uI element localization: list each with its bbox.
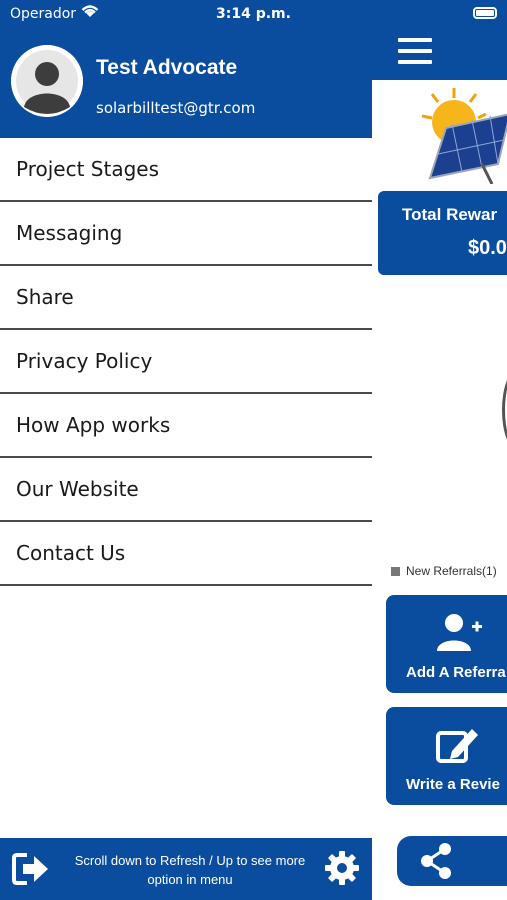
gear-icon[interactable] — [324, 850, 360, 886]
menu-item-privacy-policy[interactable]: Privacy Policy — [0, 330, 372, 394]
menu-item-contact-us[interactable]: Contact Us — [0, 522, 372, 586]
menu-item-label: Our Website — [16, 477, 139, 501]
menu-item-how-app-works[interactable]: How App works — [0, 394, 372, 458]
avatar[interactable] — [11, 45, 83, 117]
menu-item-label: Project Stages — [16, 157, 159, 181]
solar-panel-illustration — [421, 88, 507, 184]
menu-item-our-website[interactable]: Our Website — [0, 458, 372, 522]
refresh-hint: Scroll down to Refresh / Up to see more … — [50, 851, 330, 889]
status-bar: Operador 3:14 p.m. — [0, 0, 507, 28]
menu-item-project-stages[interactable]: Project Stages — [0, 138, 372, 202]
menu-icon[interactable] — [398, 38, 432, 66]
referral-chart-edge — [502, 370, 507, 450]
user-name: Test Advocate — [96, 56, 238, 79]
logout-icon[interactable] — [12, 852, 50, 886]
menu-item-label: How App works — [16, 413, 171, 437]
add-referral-button[interactable]: Add A Referra — [386, 595, 507, 693]
legend-label: New Referrals(1) — [406, 564, 497, 578]
menu-item-label: Messaging — [16, 221, 123, 245]
menu-item-label: Privacy Policy — [16, 349, 153, 373]
refresh-hint-line2: option in menu — [147, 872, 233, 887]
legend-swatch — [391, 567, 400, 576]
drawer-menu: Project Stages Messaging Share Privacy P… — [0, 138, 372, 586]
menu-item-label: Share — [16, 285, 74, 309]
total-rewards-card: Total Rewar $0.0 — [378, 191, 507, 275]
rewards-title: Total Rewar — [402, 205, 498, 224]
write-review-label: Write a Revie — [406, 776, 500, 793]
add-user-icon — [437, 614, 482, 651]
user-icon — [11, 45, 83, 117]
battery-icon — [473, 7, 497, 19]
rewards-value: $0.0 — [468, 237, 507, 259]
add-referral-label: Add A Referra — [406, 664, 506, 681]
drawer-footer: Scroll down to Refresh / Up to see more … — [0, 838, 372, 900]
edit-icon — [436, 729, 478, 763]
menu-item-messaging[interactable]: Messaging — [0, 202, 372, 266]
menu-item-label: Contact Us — [16, 541, 126, 565]
menu-item-share[interactable]: Share — [0, 266, 372, 330]
share-icon — [421, 843, 451, 879]
refresh-hint-line1: Scroll down to Refresh / Up to see more — [74, 853, 306, 868]
share-button[interactable] — [397, 836, 507, 886]
navigation-drawer: Test Advocate solarbilltest@gtr.com Proj… — [0, 0, 372, 900]
clock: 3:14 p.m. — [216, 6, 291, 22]
user-email: solarbilltest@gtr.com — [96, 99, 256, 117]
write-review-button[interactable]: Write a Revie — [386, 707, 507, 805]
chart-legend: New Referrals(1) — [391, 564, 497, 578]
